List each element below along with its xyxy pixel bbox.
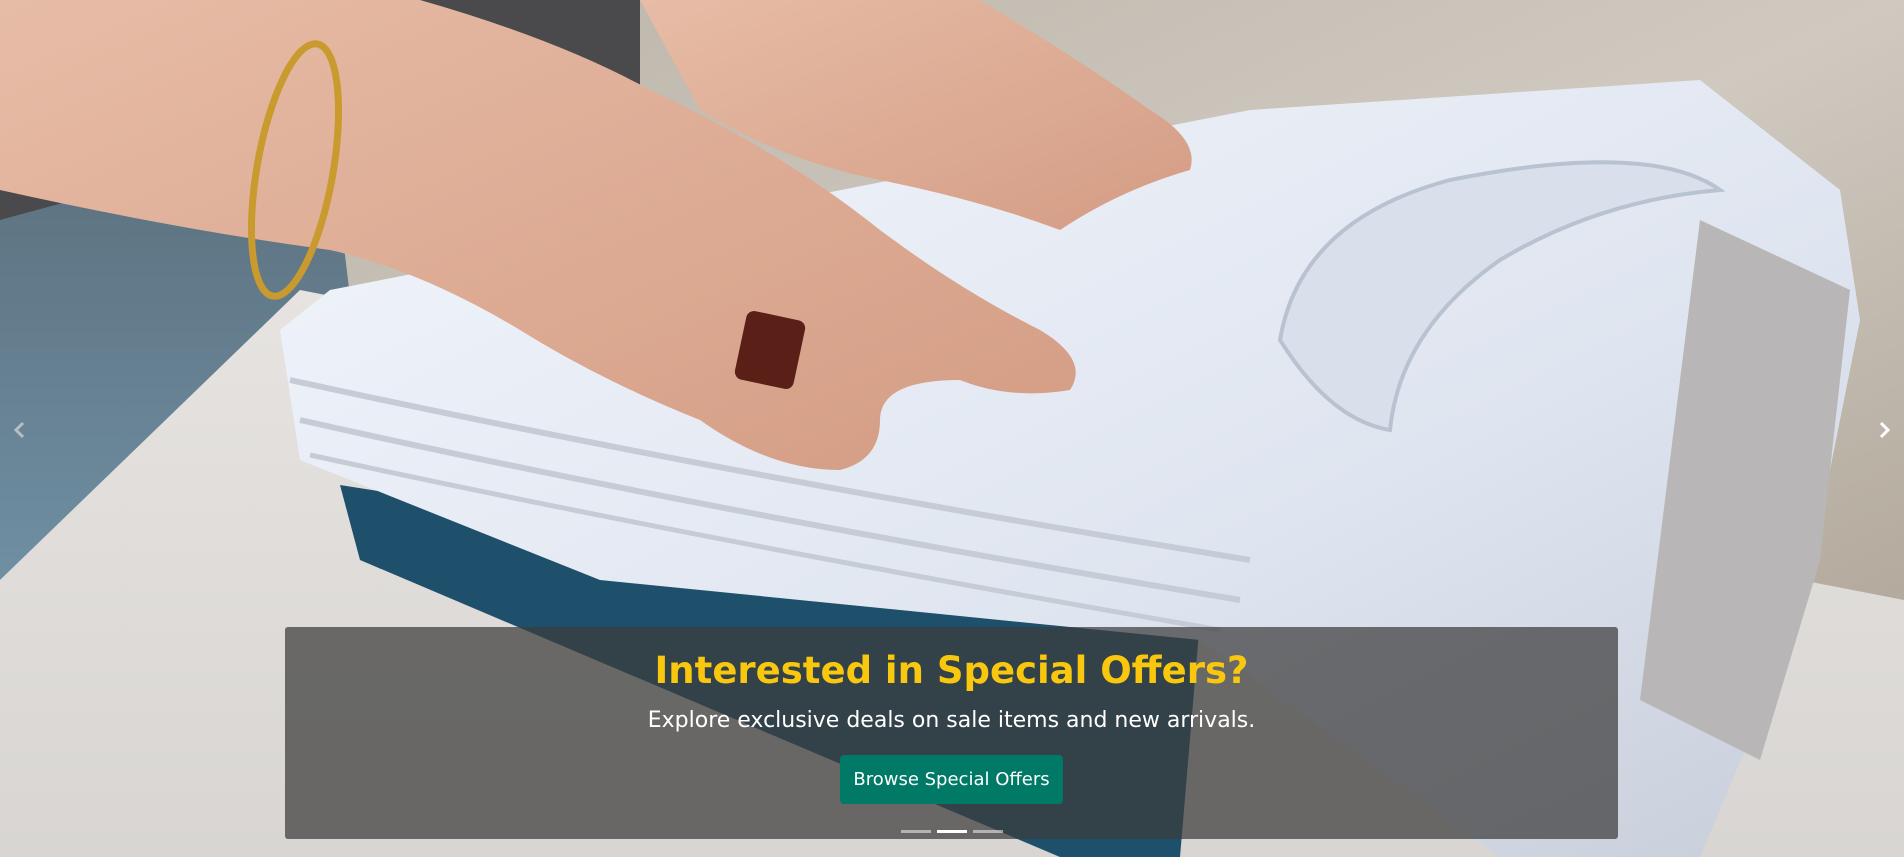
carousel-prev-button[interactable] xyxy=(4,418,34,442)
carousel-indicator-2[interactable] xyxy=(936,830,967,833)
browse-special-offers-button[interactable]: Browse Special Offers xyxy=(840,755,1063,804)
chevron-left-icon xyxy=(13,421,25,439)
carousel-indicators xyxy=(285,830,1618,833)
slide-caption: Interested in Special Offers? Explore ex… xyxy=(285,627,1618,839)
carousel-next-button[interactable] xyxy=(1870,418,1900,442)
caption-text: Explore exclusive deals on sale items an… xyxy=(647,708,1256,733)
carousel-indicator-1[interactable] xyxy=(900,830,931,833)
carousel-indicator-3[interactable] xyxy=(972,830,1003,833)
chevron-right-icon xyxy=(1879,421,1891,439)
caption-title: Interested in Special Offers? xyxy=(654,649,1249,692)
hero-carousel: Interested in Special Offers? Explore ex… xyxy=(0,0,1904,857)
